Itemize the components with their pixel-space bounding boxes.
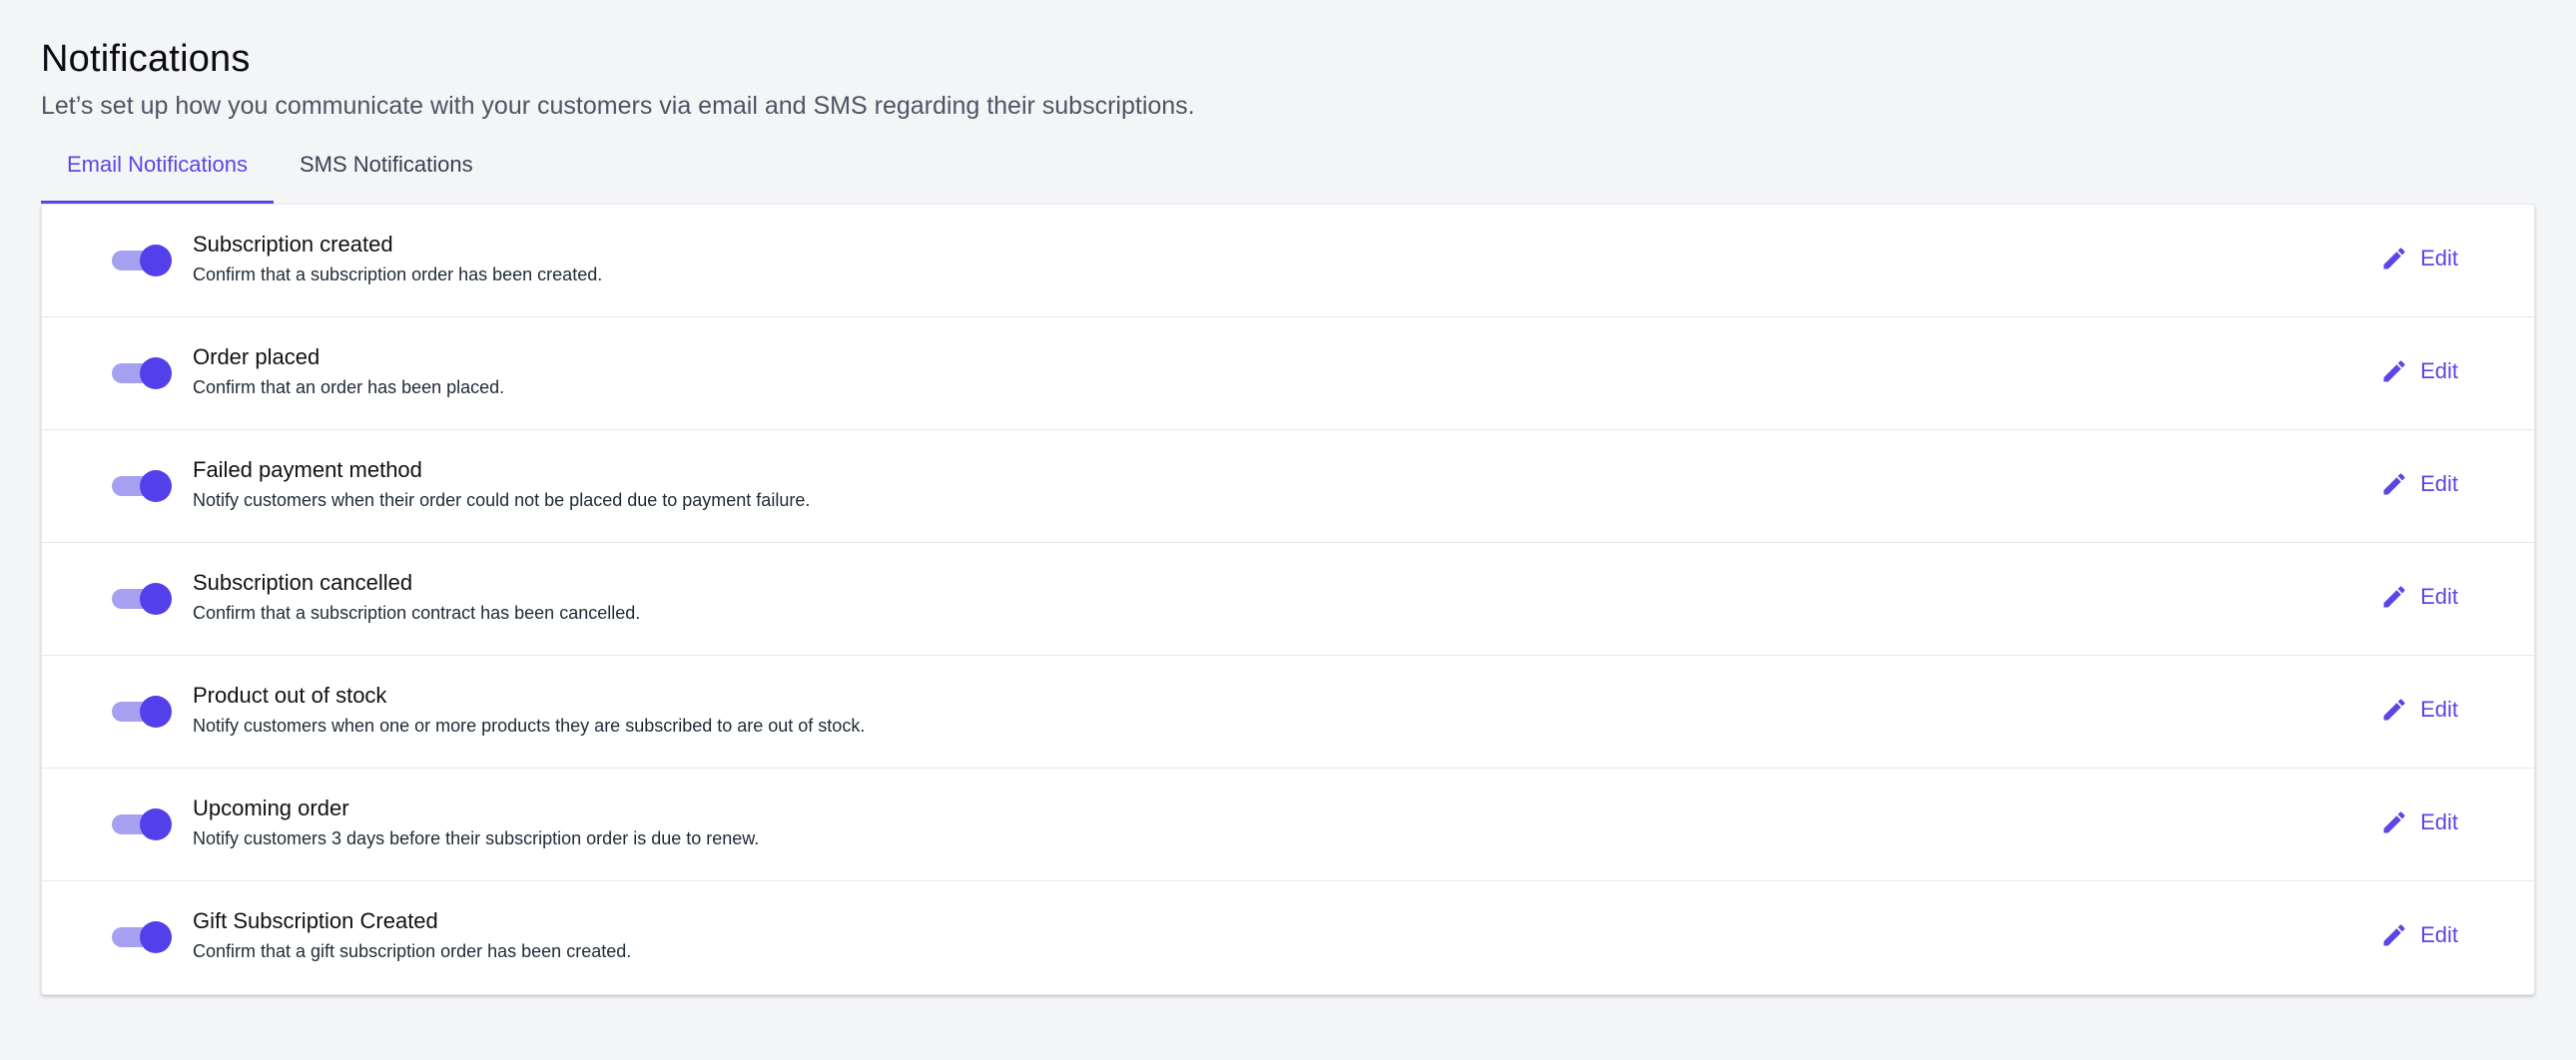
toggle-knob bbox=[140, 921, 172, 953]
notification-title: Product out of stock bbox=[193, 683, 387, 708]
notification-description: Confirm that a gift subscription order h… bbox=[193, 941, 632, 961]
toggle-knob bbox=[140, 696, 172, 728]
edit-label: Edit bbox=[2420, 922, 2458, 947]
notification-title: Upcoming order bbox=[193, 795, 349, 820]
pencil-icon bbox=[2380, 808, 2408, 836]
notification-row-product-out-of-stock: Product out of stock Notify customers wh… bbox=[42, 656, 2534, 769]
notification-description: Confirm that a subscription order has be… bbox=[193, 265, 603, 284]
edit-button[interactable]: Edit bbox=[2380, 357, 2458, 385]
toggle-knob bbox=[140, 357, 172, 389]
notification-toggle[interactable] bbox=[112, 355, 174, 391]
notification-row-upcoming-order: Upcoming order Notify customers 3 days b… bbox=[42, 769, 2534, 881]
notification-row-gift-subscription-created: Gift Subscription Created Confirm that a… bbox=[42, 881, 2534, 994]
edit-button[interactable]: Edit bbox=[2380, 696, 2458, 724]
notification-description: Confirm that a subscription contract has… bbox=[193, 603, 641, 623]
notification-toggle[interactable] bbox=[112, 468, 174, 504]
edit-label: Edit bbox=[2420, 697, 2458, 722]
notification-title: Failed payment method bbox=[193, 457, 422, 482]
notification-row-subscription-cancelled: Subscription cancelled Confirm that a su… bbox=[42, 543, 2534, 656]
pencil-icon bbox=[2380, 470, 2408, 498]
notification-title: Subscription created bbox=[193, 232, 393, 257]
pencil-icon bbox=[2380, 696, 2408, 724]
notification-toggle[interactable] bbox=[112, 694, 174, 730]
pencil-icon bbox=[2380, 357, 2408, 385]
tab-sms-notifications[interactable]: SMS Notifications bbox=[274, 144, 499, 204]
notification-toggle[interactable] bbox=[112, 806, 174, 842]
edit-label: Edit bbox=[2420, 809, 2458, 834]
toggle-knob bbox=[140, 245, 172, 276]
toggle-knob bbox=[140, 583, 172, 615]
notifications-list: Subscription created Confirm that a subs… bbox=[41, 204, 2535, 995]
edit-label: Edit bbox=[2420, 584, 2458, 609]
toggle-knob bbox=[140, 808, 172, 840]
page-title: Notifications bbox=[41, 38, 251, 80]
pencil-icon bbox=[2380, 245, 2408, 272]
edit-label: Edit bbox=[2420, 471, 2458, 496]
notification-row-subscription-created: Subscription created Confirm that a subs… bbox=[42, 205, 2534, 317]
notification-description: Notify customers when their order could … bbox=[193, 490, 811, 510]
edit-button[interactable]: Edit bbox=[2380, 583, 2458, 611]
notification-toggle[interactable] bbox=[112, 581, 174, 617]
edit-label: Edit bbox=[2420, 246, 2458, 270]
notification-row-failed-payment-method: Failed payment method Notify customers w… bbox=[42, 430, 2534, 543]
notification-title: Order placed bbox=[193, 344, 321, 369]
pencil-icon bbox=[2380, 921, 2408, 949]
notification-toggle[interactable] bbox=[112, 919, 174, 955]
edit-button[interactable]: Edit bbox=[2380, 470, 2458, 498]
notification-description: Notify customers when one or more produc… bbox=[193, 716, 866, 736]
edit-label: Edit bbox=[2420, 358, 2458, 383]
tab-email-notifications[interactable]: Email Notifications bbox=[41, 144, 274, 204]
notification-title: Gift Subscription Created bbox=[193, 908, 438, 933]
edit-button[interactable]: Edit bbox=[2380, 808, 2458, 836]
notification-row-order-placed: Order placed Confirm that an order has b… bbox=[42, 317, 2534, 430]
notification-title: Subscription cancelled bbox=[193, 570, 413, 595]
notification-description: Notify customers 3 days before their sub… bbox=[193, 828, 760, 848]
notification-toggle[interactable] bbox=[112, 243, 174, 278]
toggle-knob bbox=[140, 470, 172, 502]
edit-button[interactable]: Edit bbox=[2380, 921, 2458, 949]
notification-description: Confirm that an order has been placed. bbox=[193, 377, 505, 397]
page-subtitle: Let’s set up how you communicate with yo… bbox=[41, 92, 1195, 120]
pencil-icon bbox=[2380, 583, 2408, 611]
tab-bar: Email Notifications SMS Notifications bbox=[41, 144, 499, 204]
edit-button[interactable]: Edit bbox=[2380, 245, 2458, 272]
